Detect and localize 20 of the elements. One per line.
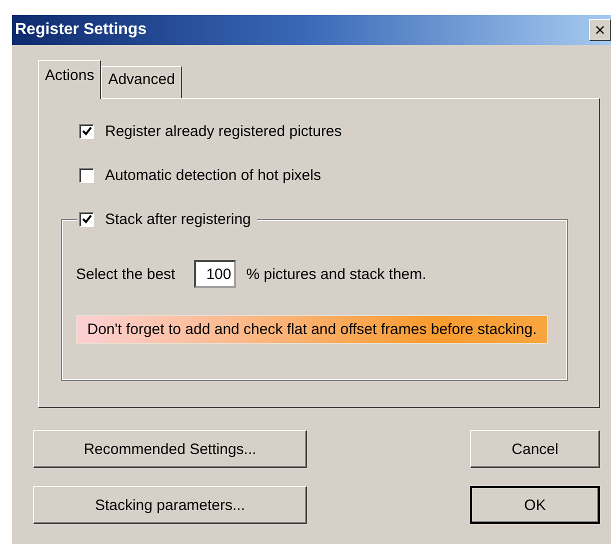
dialog-button[interactable]: OK (470, 486, 600, 524)
checkmark-icon (82, 126, 92, 136)
checkbox-label: Automatic detection of hot pixels (105, 166, 321, 184)
checkbox[interactable] (79, 124, 94, 138)
percent-label: % pictures and stack them. (246, 266, 426, 282)
tab[interactable]: Advanced (101, 66, 182, 98)
dialog-button[interactable]: Cancel (470, 430, 600, 468)
select-label: Select the best (76, 266, 176, 282)
percent-field[interactable]: 100 (194, 260, 236, 288)
window-title: Register Settings (15, 21, 147, 39)
checkbox-label: Register already registered pictures (105, 122, 342, 140)
close-button[interactable]: × (589, 19, 611, 41)
checkbox[interactable] (79, 212, 94, 226)
dialog-button[interactable]: Recommended Settings... (33, 430, 307, 468)
tab[interactable]: Actions (38, 60, 102, 99)
notice-banner: Don't forget to add and check flat and offset frames before stacking. (76, 315, 548, 344)
checkmark-icon (82, 214, 92, 224)
checkbox[interactable] (79, 168, 94, 182)
checkbox-label: Stack after registering (105, 210, 251, 228)
dialog-button[interactable]: Stacking parameters... (33, 486, 307, 524)
